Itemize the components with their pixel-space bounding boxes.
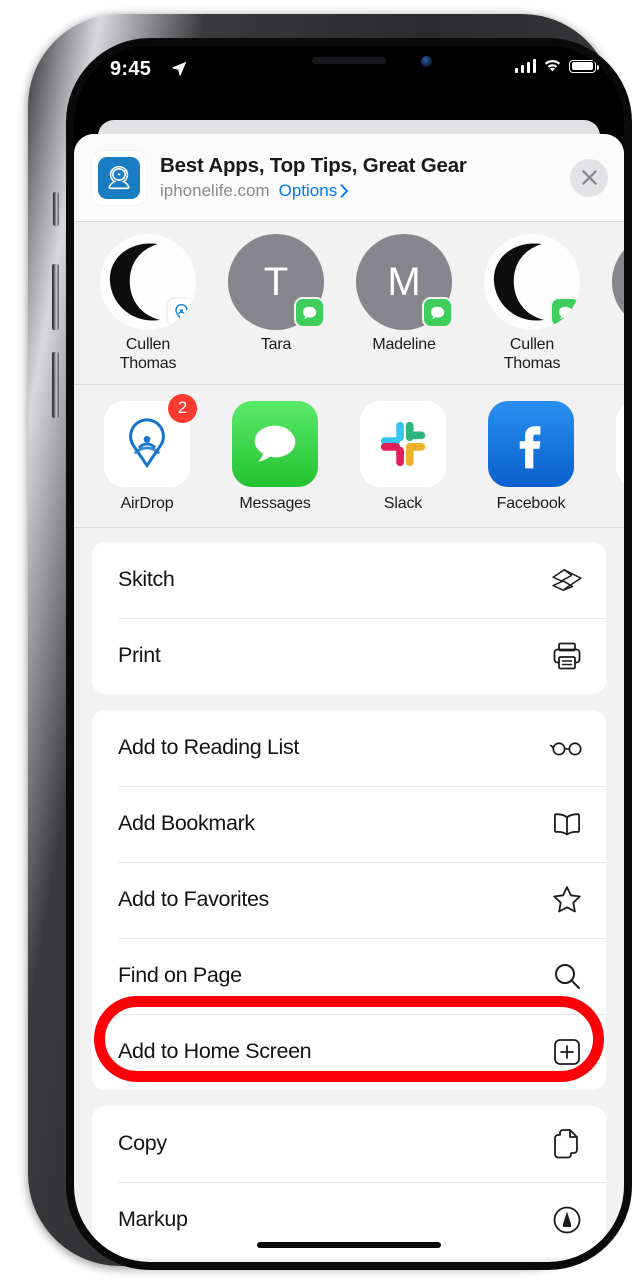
magnifier-icon: [550, 961, 584, 991]
action-row-add-to-favorites[interactable]: Add to Favorites: [92, 862, 606, 938]
share-sheet-header: Best Apps, Top Tips, Great Gear iphoneli…: [74, 134, 624, 222]
page-subinfo: iphonelife.com Options: [160, 181, 570, 201]
status-indicators: [515, 59, 597, 73]
status-time: 9:45: [110, 58, 151, 81]
app-item-messages[interactable]: Messages: [226, 401, 324, 513]
action-row-find-on-page[interactable]: Find on Page: [92, 938, 606, 1014]
copy-documents-icon: [550, 1128, 584, 1159]
action-row-add-to-home-screen[interactable]: Add to Home Screen: [92, 1014, 606, 1090]
avatar-initial: M: [387, 260, 420, 305]
star-icon: [550, 885, 584, 914]
app-item-airdrop[interactable]: 2 AirDrop: [98, 401, 196, 513]
messages-badge-icon: [550, 297, 580, 328]
close-button[interactable]: [570, 159, 608, 197]
avatar: [484, 234, 580, 330]
action-row-add-to-reading-list[interactable]: Add to Reading List: [92, 710, 606, 786]
volume-down-button[interactable]: [52, 352, 59, 418]
notch: [242, 46, 456, 78]
chevron-right-icon: [340, 184, 349, 198]
contact-item[interactable]: M Madeline: [352, 234, 456, 374]
app-label: Slack: [354, 495, 452, 513]
contact-name: C: [608, 336, 624, 355]
contact-item[interactable]: Cullen Thomas: [480, 234, 584, 374]
contact-name: Cullen Thomas: [96, 336, 200, 374]
glasses-icon: [550, 738, 584, 758]
mute-switch-button[interactable]: [53, 192, 59, 226]
skitch-arrow-icon: [550, 567, 584, 593]
action-row-skitch[interactable]: Skitch: [92, 542, 606, 618]
share-sheet: Best Apps, Top Tips, Great Gear iphoneli…: [74, 134, 624, 1262]
app-badge-count: 2: [168, 394, 197, 423]
printer-icon: [550, 641, 584, 671]
book-icon: [550, 811, 584, 837]
action-row-add-bookmark[interactable]: Add Bookmark: [92, 786, 606, 862]
action-label: Find on Page: [118, 963, 242, 988]
volume-up-button[interactable]: [52, 264, 59, 330]
messages-badge-icon: [422, 297, 453, 328]
options-label: Options: [279, 181, 338, 201]
contact-item[interactable]: C: [608, 234, 624, 374]
iphone-life-logo-icon: [98, 157, 140, 199]
location-arrow-icon: [171, 60, 188, 82]
action-label: Skitch: [118, 567, 174, 592]
app-item-partial[interactable]: [610, 401, 624, 513]
messages-icon: [232, 401, 318, 487]
action-list: Skitch Print: [74, 528, 624, 1258]
contact-name: Tara: [224, 336, 328, 355]
front-camera-icon: [421, 56, 432, 67]
contact-name: Madeline: [352, 336, 456, 355]
contact-item[interactable]: T Tara: [224, 234, 328, 374]
action-label: Add to Reading List: [118, 735, 299, 760]
action-label: Add to Favorites: [118, 887, 269, 912]
signal-bars-icon: [515, 59, 537, 73]
app-item-facebook[interactable]: Facebook: [482, 401, 580, 513]
netflix-icon: [616, 401, 624, 487]
battery-full-icon: [569, 60, 596, 73]
slack-icon: [360, 401, 446, 487]
avatar: T: [228, 234, 324, 330]
action-label: Print: [118, 643, 160, 668]
app-label: AirDrop: [98, 495, 196, 513]
avatar-initial: T: [264, 260, 288, 305]
contact-name: Cullen Thomas: [480, 336, 584, 374]
action-group: Copy Markup: [92, 1106, 606, 1258]
action-row-print[interactable]: Print: [92, 618, 606, 694]
page-title: Best Apps, Top Tips, Great Gear: [160, 154, 570, 178]
page-domain: iphonelife.com: [160, 181, 270, 201]
options-link[interactable]: Options: [279, 181, 350, 201]
phone-screen: 9:45: [74, 46, 624, 1262]
app-label: Messages: [226, 495, 324, 513]
airdrop-icon: 2: [104, 401, 190, 487]
close-icon: [580, 168, 599, 187]
wifi-icon: [543, 59, 562, 73]
shared-item-icon-container: [92, 151, 146, 205]
action-label: Copy: [118, 1131, 167, 1156]
app-label: Facebook: [482, 495, 580, 513]
messages-badge-icon: [294, 297, 325, 328]
action-label: Markup: [118, 1207, 188, 1232]
contacts-row[interactable]: Cullen Thomas T Tara M: [74, 222, 624, 385]
contact-item[interactable]: Cullen Thomas: [96, 234, 200, 374]
apps-row[interactable]: 2 AirDrop Messages: [74, 385, 624, 528]
app-item-slack[interactable]: Slack: [354, 401, 452, 513]
speaker-grille-icon: [312, 57, 386, 64]
action-row-copy[interactable]: Copy: [92, 1106, 606, 1182]
action-group: Skitch Print: [92, 542, 606, 694]
markup-pen-icon: [550, 1205, 584, 1235]
facebook-icon: [488, 401, 574, 487]
shared-item-info: Best Apps, Top Tips, Great Gear iphoneli…: [160, 154, 570, 201]
avatar: M: [356, 234, 452, 330]
action-label: Add Bookmark: [118, 811, 255, 836]
plus-square-icon: [550, 1038, 584, 1066]
iphone-device-frame: 9:45: [28, 14, 614, 1266]
home-indicator[interactable]: [257, 1242, 441, 1248]
avatar: [100, 234, 196, 330]
airdrop-badge-icon: [166, 297, 196, 328]
avatar: [612, 234, 624, 330]
action-group: Add to Reading List Add Bookmark: [92, 710, 606, 1090]
action-label: Add to Home Screen: [118, 1039, 311, 1064]
